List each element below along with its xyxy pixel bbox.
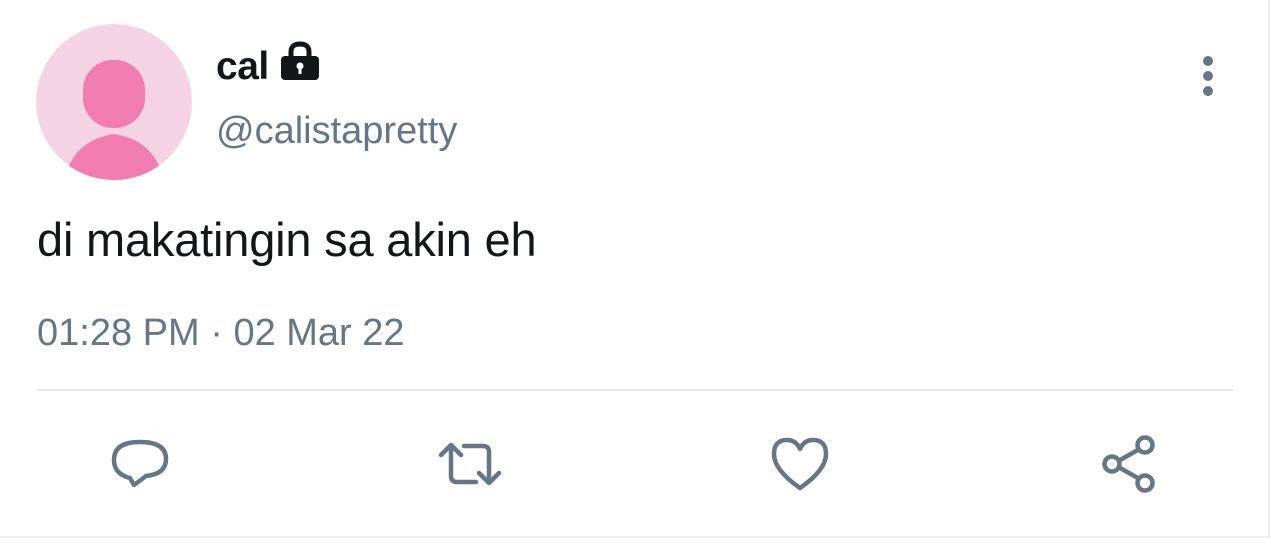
tweet-date: 02 Mar 22 [233, 312, 405, 354]
avatar[interactable] [36, 24, 192, 180]
timestamp-separator: · [210, 312, 223, 354]
share-icon [1102, 435, 1155, 493]
default-avatar-icon [36, 24, 192, 180]
more-vertical-icon [1203, 56, 1213, 96]
user-handle[interactable]: @calistapretty [216, 110, 457, 153]
display-name-row: cal [216, 40, 321, 90]
tweet-text: di makatingin sa akin eh [37, 213, 537, 266]
retweet-icon [438, 442, 502, 486]
reply-button[interactable] [108, 432, 172, 496]
like-icon [771, 437, 829, 491]
share-button[interactable] [1098, 432, 1162, 496]
like-button[interactable] [768, 432, 832, 496]
retweet-button[interactable] [438, 432, 502, 496]
display-name[interactable]: cal [216, 45, 269, 89]
tweet-timestamp[interactable]: 01:28 PM · 02 Mar 22 [37, 312, 405, 355]
tweet-time: 01:28 PM [37, 312, 200, 354]
comment-icon [111, 439, 169, 488]
lock-icon [279, 40, 321, 86]
divider [36, 389, 1234, 391]
tweet-card[interactable]: cal @calistapretty di makatingin sa akin… [0, 0, 1270, 538]
more-options-button[interactable] [1190, 52, 1226, 100]
